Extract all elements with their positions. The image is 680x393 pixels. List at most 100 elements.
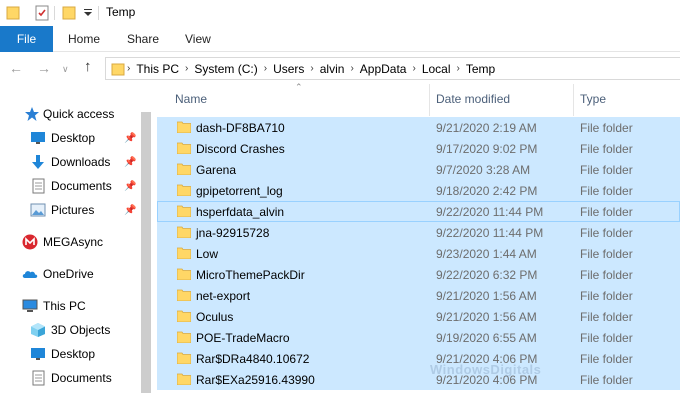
- star-icon: [25, 107, 39, 121]
- pin-icon[interactable]: 📌: [124, 181, 136, 192]
- table-row[interactable]: Discord Crashes 9/17/2020 9:02 PM File fol…: [157, 138, 680, 159]
- file-date: 9/18/2020 2:42 PM: [436, 184, 538, 198]
- folder-icon: [177, 289, 191, 301]
- sidebar-item-documents[interactable]: Documents 📌: [0, 175, 150, 197]
- navigation-bar: ← → ∨ ↑ › This PC › System (C:) › Users …: [0, 52, 680, 84]
- sidebar-item-documents-pc[interactable]: Documents: [0, 367, 150, 389]
- column-header-name[interactable]: Name: [175, 92, 207, 106]
- breadcrumb-users[interactable]: Users: [273, 62, 304, 76]
- scrollbar-thumb[interactable]: [141, 112, 151, 393]
- file-type: File folder: [580, 268, 633, 282]
- folder-icon: [177, 226, 191, 238]
- folder-icon: [177, 268, 191, 280]
- table-row[interactable]: net-export 9/21/2020 1:56 AM File folder: [157, 285, 680, 306]
- sidebar-item-label: Downloads: [51, 155, 111, 169]
- table-row[interactable]: MicroThemePackDir 9/22/2020 6:32 PM File f…: [157, 264, 680, 285]
- sidebar-item-desktop-pc[interactable]: Desktop: [0, 343, 150, 365]
- pictures-icon: [30, 203, 46, 217]
- sidebar-item-desktop[interactable]: Desktop 📌: [0, 127, 150, 149]
- properties-icon[interactable]: [34, 5, 50, 21]
- breadcrumb-appdata[interactable]: AppData: [360, 62, 407, 76]
- chevron-right-icon[interactable]: ›: [264, 63, 267, 74]
- sidebar-item-this-pc[interactable]: This PC: [0, 295, 150, 317]
- file-type: File folder: [580, 121, 633, 135]
- table-row[interactable]: hsperfdata_alvin 9/22/2020 11:44 PM File f…: [157, 201, 680, 222]
- sidebar-item-3d-objects[interactable]: 3D Objects: [0, 319, 150, 341]
- folder-icon: [177, 205, 191, 217]
- sidebar-item-quick-access[interactable]: Quick access: [0, 103, 150, 125]
- table-row[interactable]: gpipetorrent_log 9/18/2020 2:42 PM File fo…: [157, 180, 680, 201]
- file-date: 9/17/2020 9:02 PM: [436, 142, 538, 156]
- table-row[interactable]: dash-DF8BA710 9/21/2020 2:19 AM File folde…: [157, 117, 680, 138]
- column-header-type[interactable]: Type: [580, 92, 606, 106]
- breadcrumb-system-c[interactable]: System (C:): [194, 62, 257, 76]
- breadcrumb-alvin[interactable]: alvin: [320, 62, 345, 76]
- new-folder-icon[interactable]: [62, 5, 76, 21]
- chevron-right-icon[interactable]: ›: [310, 63, 313, 74]
- file-type: File folder: [580, 163, 633, 177]
- tab-share[interactable]: Share: [127, 26, 159, 52]
- table-row[interactable]: Low 9/23/2020 1:44 AM File folder: [157, 243, 680, 264]
- column-header-row: ⌃ Name Date modified Type: [155, 82, 680, 116]
- download-icon: [32, 155, 44, 169]
- breadcrumb-temp[interactable]: Temp: [466, 62, 495, 76]
- up-arrow-icon[interactable]: ↑: [84, 58, 92, 75]
- desktop-icon: [31, 348, 45, 360]
- table-row[interactable]: jna-92915728 9/22/2020 11:44 PM File folde…: [157, 222, 680, 243]
- window-title: Temp: [106, 5, 136, 19]
- address-bar[interactable]: › This PC › System (C:) › Users › alvin …: [105, 57, 680, 80]
- folder-icon: [177, 352, 191, 364]
- table-row[interactable]: Oculus 9/21/2020 1:56 AM File folder: [157, 306, 680, 327]
- folder-icon: [177, 163, 191, 175]
- file-list: ⌃ Name Date modified Type dash-DF8BA710 9…: [155, 82, 680, 393]
- chevron-right-icon[interactable]: ›: [350, 63, 353, 74]
- sort-ascending-icon: ⌃: [295, 82, 303, 92]
- back-arrow-icon[interactable]: ←: [9, 60, 23, 76]
- sidebar-item-label: Documents: [51, 371, 112, 385]
- navigation-pane-scrollbar[interactable]: [138, 84, 152, 393]
- tab-view[interactable]: View: [185, 26, 211, 52]
- column-divider[interactable]: [573, 84, 574, 116]
- customize-toolbar-icon[interactable]: [83, 8, 93, 18]
- desktop-icon: [31, 132, 45, 144]
- file-type: File folder: [580, 352, 633, 366]
- chevron-right-icon[interactable]: ›: [127, 63, 130, 74]
- chevron-right-icon[interactable]: ›: [185, 63, 188, 74]
- recent-locations-chevron-icon[interactable]: ∨: [62, 64, 69, 75]
- sidebar-item-downloads[interactable]: Downloads 📌: [0, 151, 150, 173]
- file-type: File folder: [580, 142, 633, 156]
- sidebar-item-label: OneDrive: [43, 267, 94, 281]
- file-date: 9/7/2020 3:28 AM: [436, 163, 531, 177]
- table-row[interactable]: Rar$EXa25916.43990 9/21/2020 4:06 PM File …: [157, 369, 680, 390]
- pin-icon[interactable]: 📌: [124, 133, 136, 144]
- table-row[interactable]: POE-TradeMacro 9/19/2020 6:55 AM File fold…: [157, 327, 680, 348]
- file-name: dash-DF8BA710: [196, 121, 285, 135]
- breadcrumb-this-pc[interactable]: This PC: [136, 62, 179, 76]
- table-row[interactable]: Rar$DRa4840.10672 9/21/2020 4:06 PM File f…: [157, 348, 680, 369]
- sidebar-item-label: 3D Objects: [51, 323, 111, 337]
- pin-icon[interactable]: 📌: [124, 157, 136, 168]
- file-date: 9/22/2020 6:32 PM: [436, 268, 538, 282]
- cube-icon: [31, 323, 45, 337]
- file-name: hsperfdata_alvin: [196, 205, 285, 219]
- chevron-right-icon[interactable]: ›: [412, 63, 415, 74]
- column-divider[interactable]: [429, 84, 430, 116]
- folder-icon: [177, 331, 191, 343]
- sidebar-item-label: This PC: [43, 299, 86, 313]
- tab-file[interactable]: File: [0, 26, 53, 52]
- pin-icon[interactable]: 📌: [124, 205, 136, 216]
- tab-home[interactable]: Home: [68, 26, 100, 52]
- chevron-right-icon[interactable]: ›: [457, 63, 460, 74]
- forward-arrow-icon[interactable]: →: [37, 60, 51, 76]
- sidebar-item-megasync[interactable]: MEGAsync: [0, 231, 150, 253]
- breadcrumb-local[interactable]: Local: [422, 62, 451, 76]
- file-type: File folder: [580, 247, 633, 261]
- sidebar-item-pictures[interactable]: Pictures 📌: [0, 199, 150, 221]
- sidebar-item-onedrive[interactable]: OneDrive: [0, 263, 150, 285]
- folder-icon[interactable]: [6, 5, 20, 21]
- title-separator: [98, 6, 99, 20]
- file-date: 9/21/2020 2:19 AM: [436, 121, 537, 135]
- navigation-pane: Quick access Desktop 📌 Downloads 📌 Docum…: [0, 84, 150, 393]
- table-row[interactable]: Garena 9/7/2020 3:28 AM File folder: [157, 159, 680, 180]
- column-header-date[interactable]: Date modified: [436, 92, 510, 106]
